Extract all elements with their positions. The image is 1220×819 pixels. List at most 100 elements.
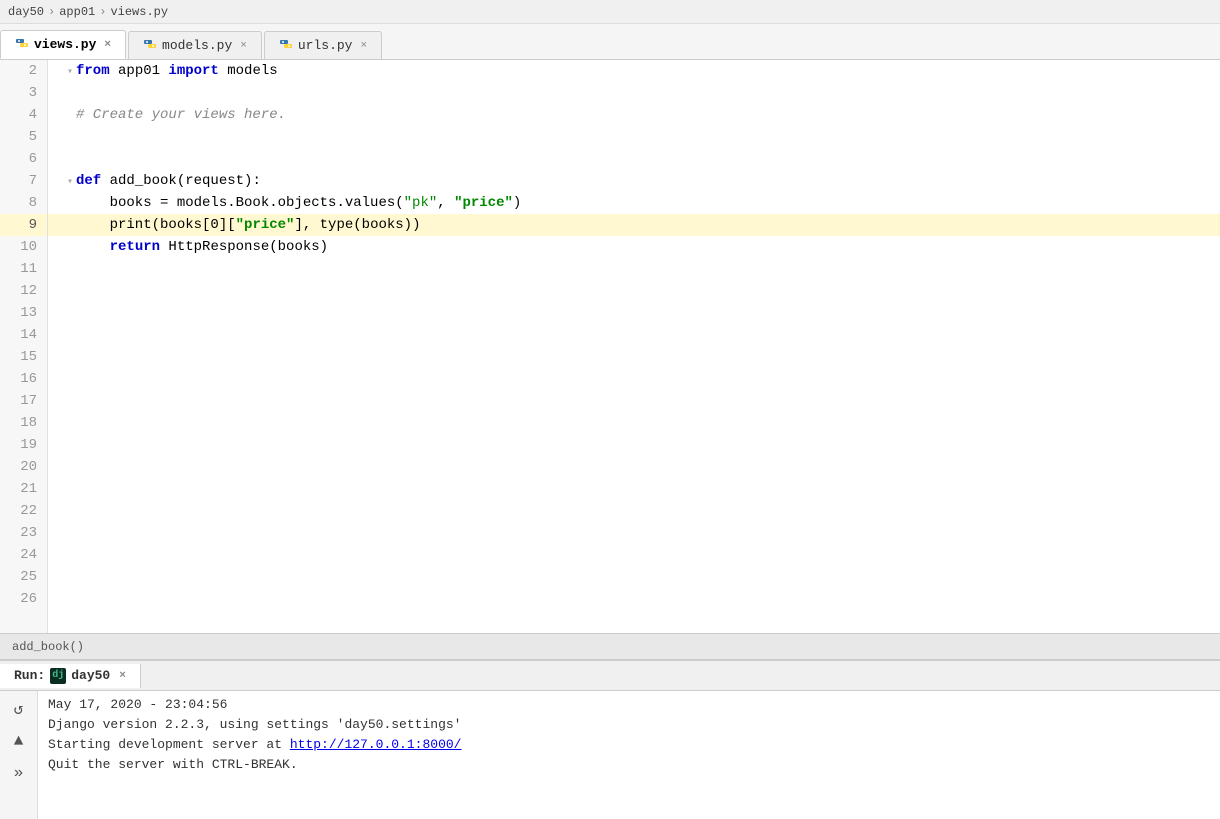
code-line[interactable] [48, 566, 1220, 588]
fold-marker [64, 106, 76, 128]
code-token: "price" [454, 195, 513, 211]
run-sidebar: ↺ ▲ » [0, 691, 38, 819]
code-token: app01 [110, 63, 169, 79]
code-line[interactable] [48, 280, 1220, 302]
breadcrumb-part: day50 [8, 5, 44, 19]
code-token: ) [513, 195, 521, 211]
line-number: 26 [0, 588, 47, 610]
fold-marker [64, 502, 76, 524]
code-line[interactable]: ▾def add_book(request): [48, 170, 1220, 192]
run-tab[interactable]: Run: dj day50 × [0, 664, 141, 688]
tab-label: views.py [34, 37, 96, 52]
code-line[interactable]: # Create your views here. [48, 104, 1220, 126]
fold-marker: ▾ [64, 62, 76, 84]
tab-urls[interactable]: urls.py × [264, 31, 382, 59]
tab-close-models[interactable]: × [240, 40, 247, 52]
code-area[interactable]: ▾from app01 import models # Create your … [48, 60, 1220, 633]
line-number: 23 [0, 522, 47, 544]
run-tab-label: day50 [71, 668, 110, 683]
code-line[interactable] [48, 390, 1220, 412]
code-line[interactable] [48, 522, 1220, 544]
line-number: 17 [0, 390, 47, 412]
tab-views[interactable]: views.py × [0, 30, 126, 59]
console-line: May 17, 2020 - 23:04:56 [48, 695, 1210, 715]
code-token [76, 239, 110, 255]
python-file-icon [15, 38, 29, 52]
line-number: 25 [0, 566, 47, 588]
editor-main: 2345678910111213141516171819202122232425… [0, 60, 1220, 633]
line-number: 13 [0, 302, 47, 324]
code-line[interactable] [48, 478, 1220, 500]
console-line: Quit the server with CTRL-BREAK. [48, 755, 1210, 775]
line-number: 15 [0, 346, 47, 368]
run-tab-close[interactable]: × [119, 670, 126, 682]
fold-marker [64, 370, 76, 392]
console-line: Starting development server at http://12… [48, 735, 1210, 755]
code-token: ], type(books)) [294, 217, 420, 233]
fold-marker [64, 260, 76, 282]
code-line[interactable] [48, 346, 1220, 368]
code-token: "price" [236, 217, 295, 233]
status-bar: add_book() [0, 633, 1220, 659]
scroll-up-button[interactable]: ▲ [7, 729, 31, 753]
code-line[interactable] [48, 126, 1220, 148]
line-number: 21 [0, 478, 47, 500]
code-line[interactable] [48, 412, 1220, 434]
fold-marker [64, 568, 76, 590]
expand-button[interactable]: » [7, 761, 31, 785]
code-line[interactable] [48, 302, 1220, 324]
fold-marker [64, 414, 76, 436]
fold-marker [64, 348, 76, 370]
console-output[interactable]: May 17, 2020 - 23:04:56Django version 2.… [38, 691, 1220, 819]
code-token: add_book(request): [101, 173, 261, 189]
run-label: Run: [14, 668, 45, 683]
line-number: 5 [0, 126, 47, 148]
code-token: from [76, 63, 110, 79]
fold-marker [64, 282, 76, 304]
code-line[interactable] [48, 368, 1220, 390]
console-line: Django version 2.2.3, using settings 'da… [48, 715, 1210, 735]
code-line[interactable]: ▾from app01 import models [48, 60, 1220, 82]
tab-models[interactable]: models.py × [128, 31, 262, 59]
console-link[interactable]: http://127.0.0.1:8000/ [290, 737, 462, 752]
line-number: 8 [0, 192, 47, 214]
code-line[interactable] [48, 82, 1220, 104]
code-line[interactable] [48, 258, 1220, 280]
tabs-bar: views.py × models.py × urls.py × [0, 24, 1220, 60]
tab-close-views[interactable]: × [104, 39, 111, 51]
line-number: 24 [0, 544, 47, 566]
code-line[interactable] [48, 500, 1220, 522]
line-number: 14 [0, 324, 47, 346]
fold-marker [64, 392, 76, 414]
code-line[interactable] [48, 434, 1220, 456]
code-token: , [437, 195, 454, 211]
code-line[interactable] [48, 456, 1220, 478]
fold-marker [64, 524, 76, 546]
bottom-panel: Run: dj day50 × ↺ ▲ » May 17, 2020 - 23:… [0, 659, 1220, 819]
breadcrumb: day50 › app01 › views.py [0, 0, 1220, 24]
code-line[interactable] [48, 588, 1220, 610]
restart-button[interactable]: ↺ [7, 697, 31, 721]
code-token: books = models.Book.objects.values( [76, 195, 404, 211]
code-line[interactable]: print(books[0]["price"], type(books)) [48, 214, 1220, 236]
line-numbers: 2345678910111213141516171819202122232425… [0, 60, 48, 633]
fold-marker [64, 590, 76, 612]
tab-label: models.py [162, 38, 232, 53]
tab-close-urls[interactable]: × [360, 40, 367, 52]
fold-marker [64, 150, 76, 172]
code-line[interactable] [48, 324, 1220, 346]
code-line[interactable]: books = models.Book.objects.values("pk",… [48, 192, 1220, 214]
code-line[interactable]: return HttpResponse(books) [48, 236, 1220, 258]
code-token: "pk" [404, 195, 438, 211]
fold-marker [64, 238, 76, 260]
fold-marker [64, 194, 76, 216]
fold-marker [64, 480, 76, 502]
editor-container: 2345678910111213141516171819202122232425… [0, 60, 1220, 659]
code-token: print(books[0][ [76, 217, 236, 233]
code-line[interactable] [48, 544, 1220, 566]
line-number: 18 [0, 412, 47, 434]
code-token: HttpResponse(books) [160, 239, 328, 255]
line-number: 7 [0, 170, 47, 192]
fold-marker [64, 326, 76, 348]
code-line[interactable] [48, 148, 1220, 170]
